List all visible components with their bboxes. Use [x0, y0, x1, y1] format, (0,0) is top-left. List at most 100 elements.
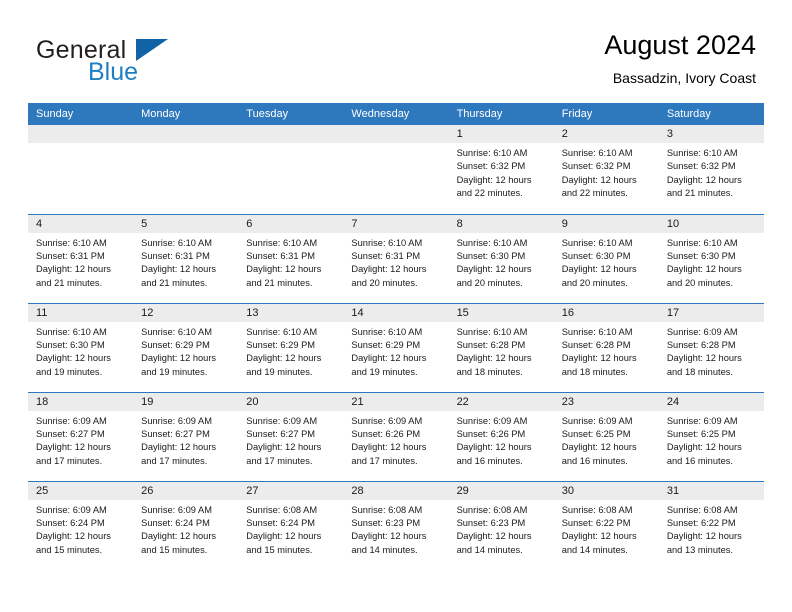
- day-detail-line: Daylight: 12 hours: [141, 442, 217, 453]
- calendar-day-cell[interactable]: 16 Sunrise: 6:10 AM Sunset: 6:28 PM Dayligh…: [553, 302, 659, 392]
- calendar-day-cell[interactable]: 9 Sunrise: 6:10 AM Sunset: 6:30 PM Daylight…: [553, 213, 659, 303]
- day-number: 5: [133, 214, 239, 233]
- calendar-day-cell[interactable]: 25 Sunrise: 6:09 AM Sunset: 6:24 PM Dayligh…: [28, 480, 134, 570]
- calendar-day-cell[interactable]: 14 Sunrise: 6:10 AM Sunset: 6:29 PM Dayligh…: [343, 302, 449, 392]
- day-detail-line: Sunrise: 6:08 AM: [246, 504, 318, 515]
- day-detail-line: Daylight: 12 hours: [561, 264, 637, 275]
- day-detail-line: Sunset: 6:29 PM: [351, 339, 421, 350]
- calendar-cell-empty: [238, 125, 344, 214]
- calendar-day-cell[interactable]: 6 Sunrise: 6:10 AM Sunset: 6:31 PM Daylight…: [238, 213, 344, 303]
- day-detail-line: Daylight: 12 hours: [456, 531, 532, 542]
- day-details: Sunrise: 6:09 AM Sunset: 6:26 PM Daylight:…: [449, 411, 554, 469]
- day-detail-line: Daylight: 12 hours: [351, 531, 427, 542]
- day-detail-line: Sunrise: 6:10 AM: [456, 148, 528, 158]
- day-number: 31: [658, 481, 764, 500]
- day-detail-line: and 16 minutes.: [561, 455, 628, 466]
- day-detail-line: Daylight: 12 hours: [36, 531, 111, 542]
- day-details: Sunrise: 6:10 AM Sunset: 6:32 PM Daylight:…: [554, 143, 659, 201]
- calendar-cell-empty: [343, 125, 449, 214]
- day-details: Sunrise: 6:09 AM Sunset: 6:25 PM Daylight:…: [554, 411, 659, 469]
- day-detail-line: and 19 minutes.: [141, 366, 208, 377]
- calendar-day-cell[interactable]: 13 Sunrise: 6:10 AM Sunset: 6:29 PM Dayligh…: [238, 302, 344, 392]
- calendar-day-cell[interactable]: 29 Sunrise: 6:08 AM Sunset: 6:23 PM Dayligh…: [448, 480, 554, 570]
- day-details: Sunrise: 6:10 AM Sunset: 6:30 PM Daylight:…: [449, 233, 554, 291]
- day-details: [133, 143, 238, 147]
- calendar-day-cell[interactable]: 12 Sunrise: 6:10 AM Sunset: 6:29 PM Dayligh…: [133, 302, 239, 392]
- day-detail-line: Sunrise: 6:10 AM: [561, 148, 633, 158]
- calendar-day-cell[interactable]: 28 Sunrise: 6:08 AM Sunset: 6:23 PM Dayligh…: [343, 480, 449, 570]
- day-number: 23: [553, 392, 659, 411]
- calendar-day-cell[interactable]: 27 Sunrise: 6:08 AM Sunset: 6:24 PM Dayligh…: [238, 480, 344, 570]
- day-detail-line: Sunrise: 6:10 AM: [36, 326, 107, 337]
- calendar-day-cell[interactable]: 10 Sunrise: 6:10 AM Sunset: 6:30 PM Dayligh…: [658, 213, 764, 303]
- day-detail-line: Sunset: 6:27 PM: [246, 428, 316, 439]
- calendar-day-cell[interactable]: 18 Sunrise: 6:09 AM Sunset: 6:27 PM Dayligh…: [28, 391, 134, 481]
- day-number: [343, 125, 449, 143]
- day-detail-line: Sunset: 6:31 PM: [36, 250, 105, 261]
- calendar-day-cell[interactable]: 5 Sunrise: 6:10 AM Sunset: 6:31 PM Daylight…: [133, 213, 239, 303]
- day-number: 29: [448, 481, 554, 500]
- day-detail-line: Daylight: 12 hours: [666, 442, 742, 453]
- calendar-day-cell[interactable]: 2 Sunrise: 6:10 AM Sunset: 6:32 PM Daylight…: [553, 125, 659, 214]
- day-detail-line: Daylight: 12 hours: [561, 353, 637, 364]
- day-details: Sunrise: 6:09 AM Sunset: 6:24 PM Daylight:…: [133, 500, 238, 558]
- calendar-day-cell[interactable]: 3 Sunrise: 6:10 AM Sunset: 6:32 PM Daylight…: [658, 125, 764, 214]
- day-detail-line: and 19 minutes.: [351, 366, 418, 377]
- day-details: Sunrise: 6:09 AM Sunset: 6:26 PM Daylight:…: [343, 411, 448, 469]
- day-detail-line: Sunrise: 6:10 AM: [561, 326, 633, 337]
- calendar-day-cell[interactable]: 24 Sunrise: 6:09 AM Sunset: 6:25 PM Dayligh…: [658, 391, 764, 481]
- calendar-day-cell[interactable]: 15 Sunrise: 6:10 AM Sunset: 6:28 PM Dayligh…: [448, 302, 554, 392]
- day-details: Sunrise: 6:10 AM Sunset: 6:31 PM Daylight:…: [133, 233, 238, 291]
- calendar-day-cell[interactable]: 20 Sunrise: 6:09 AM Sunset: 6:27 PM Dayligh…: [238, 391, 344, 481]
- day-detail-line: and 17 minutes.: [141, 455, 208, 466]
- day-detail-line: Sunrise: 6:09 AM: [246, 415, 318, 426]
- calendar-day-cell[interactable]: 17 Sunrise: 6:09 AM Sunset: 6:28 PM Dayligh…: [658, 302, 764, 392]
- page-title: August 2024: [604, 30, 756, 60]
- day-detail-line: Sunrise: 6:09 AM: [666, 326, 738, 337]
- calendar-body: 1 Sunrise: 6:10 AM Sunset: 6:32 PM Daylight…: [28, 125, 764, 570]
- day-detail-line: Sunrise: 6:09 AM: [141, 415, 212, 426]
- calendar-day-cell[interactable]: 19 Sunrise: 6:09 AM Sunset: 6:27 PM Dayligh…: [133, 391, 239, 481]
- day-detail-line: Sunset: 6:29 PM: [141, 339, 210, 350]
- calendar-day-cell[interactable]: 1 Sunrise: 6:10 AM Sunset: 6:32 PM Daylight…: [448, 125, 554, 214]
- calendar-day-cell[interactable]: 7 Sunrise: 6:10 AM Sunset: 6:31 PM Daylight…: [343, 213, 449, 303]
- day-number: 22: [448, 392, 554, 411]
- day-detail-line: Sunrise: 6:08 AM: [351, 504, 423, 515]
- calendar-day-cell[interactable]: 31 Sunrise: 6:08 AM Sunset: 6:22 PM Dayligh…: [658, 480, 764, 570]
- day-detail-line: Daylight: 12 hours: [456, 174, 532, 185]
- day-detail-line: Sunset: 6:32 PM: [456, 161, 526, 172]
- calendar-day-cell[interactable]: 8 Sunrise: 6:10 AM Sunset: 6:30 PM Daylight…: [448, 213, 554, 303]
- calendar-day-cell[interactable]: 22 Sunrise: 6:09 AM Sunset: 6:26 PM Dayligh…: [448, 391, 554, 481]
- day-detail-line: Sunrise: 6:09 AM: [141, 504, 212, 515]
- day-detail-line: Sunrise: 6:10 AM: [561, 237, 633, 248]
- day-detail-line: Daylight: 12 hours: [666, 353, 742, 364]
- calendar-day-cell[interactable]: 11 Sunrise: 6:10 AM Sunset: 6:30 PM Dayligh…: [28, 302, 134, 392]
- day-details: [238, 143, 343, 147]
- day-detail-line: Daylight: 12 hours: [141, 353, 217, 364]
- day-detail-line: and 22 minutes.: [456, 188, 523, 199]
- day-detail-line: and 22 minutes.: [561, 188, 628, 199]
- day-details: Sunrise: 6:10 AM Sunset: 6:28 PM Daylight:…: [449, 322, 554, 380]
- day-details: Sunrise: 6:08 AM Sunset: 6:23 PM Daylight:…: [449, 500, 554, 558]
- day-number: 27: [238, 481, 344, 500]
- general-blue-logo[interactable]: General Blue: [36, 36, 246, 88]
- calendar-day-cell[interactable]: 23 Sunrise: 6:09 AM Sunset: 6:25 PM Dayligh…: [553, 391, 659, 481]
- day-detail-line: Sunset: 6:23 PM: [351, 517, 421, 528]
- weekday-header-sunday: Sunday: [28, 103, 134, 125]
- day-detail-line: Daylight: 12 hours: [456, 264, 532, 275]
- day-detail-line: Sunrise: 6:09 AM: [666, 415, 738, 426]
- calendar-day-cell[interactable]: 4 Sunrise: 6:10 AM Sunset: 6:31 PM Daylight…: [28, 213, 134, 303]
- day-detail-line: Daylight: 12 hours: [456, 442, 532, 453]
- calendar-day-cell[interactable]: 30 Sunrise: 6:08 AM Sunset: 6:22 PM Dayligh…: [553, 480, 659, 570]
- triangle-icon: [136, 39, 168, 61]
- day-detail-line: Daylight: 12 hours: [36, 353, 111, 364]
- day-detail-line: and 16 minutes.: [666, 455, 733, 466]
- calendar-day-cell[interactable]: 26 Sunrise: 6:09 AM Sunset: 6:24 PM Dayligh…: [133, 480, 239, 570]
- day-number: 13: [238, 303, 344, 322]
- weekday-header-row: Sunday Monday Tuesday Wednesday Thursday…: [28, 103, 764, 125]
- day-number: 30: [553, 481, 659, 500]
- day-detail-line: and 18 minutes.: [561, 366, 628, 377]
- calendar-day-cell[interactable]: 21 Sunrise: 6:09 AM Sunset: 6:26 PM Dayligh…: [343, 391, 449, 481]
- weekday-header-friday: Friday: [553, 103, 659, 125]
- day-detail-line: Sunrise: 6:10 AM: [246, 237, 318, 248]
